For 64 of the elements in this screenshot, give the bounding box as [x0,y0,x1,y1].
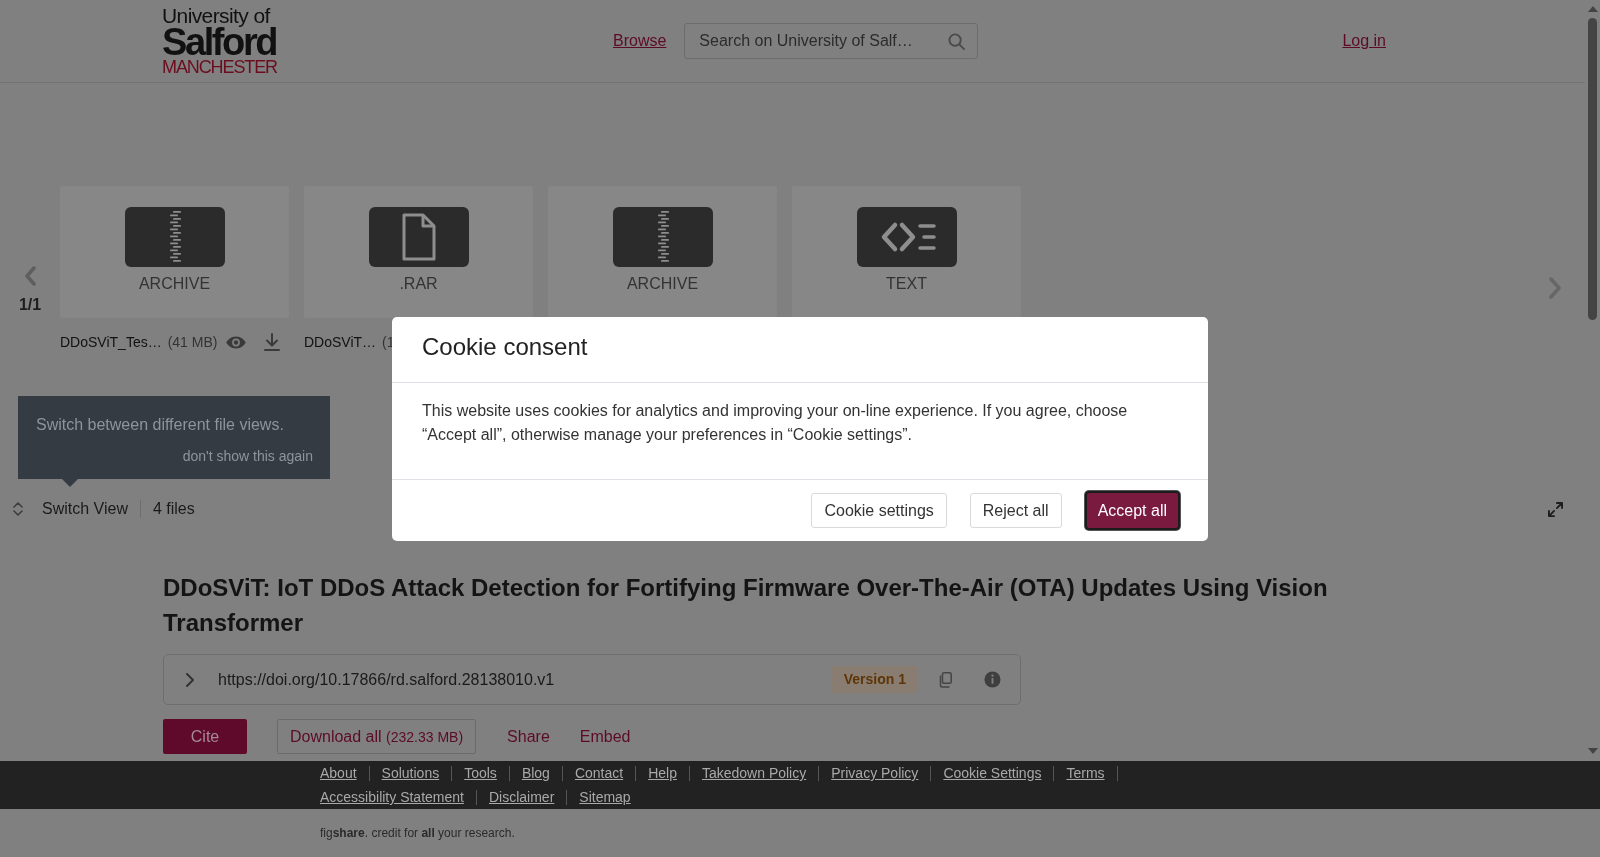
expand-icon[interactable] [1547,501,1563,517]
tagline: figshare. credit for all your research. [320,826,515,840]
page-indicator: 1/1 [18,295,42,315]
footer-link[interactable]: Blog [521,765,550,781]
file-card[interactable]: ARCHIVE [60,186,289,318]
dialog-button[interactable]: Cookie settings [811,493,947,528]
footer-link[interactable]: Disclaimer [488,789,555,805]
doi-url: https://doi.org/10.17866/rd.salford.28138010.v1 [218,670,555,689]
footer-link[interactable]: About [320,765,357,781]
footer-link[interactable]: Help [648,765,677,781]
accept-button[interactable]: Accept all [1084,491,1180,530]
file-card[interactable]: TEXT [792,186,1021,318]
file-count: 4 files [152,500,195,518]
footer-link[interactable]: Accessibility Statement [320,789,464,805]
file-size: (1 [382,334,395,350]
dialog-title: Cookie consent [422,333,588,360]
embed-link[interactable]: Embed [579,727,631,746]
document-icon [368,207,469,267]
dismiss-link[interactable]: don't show this again [182,446,313,466]
file-card[interactable]: .RAR [304,186,533,318]
scroll-up-icon[interactable] [1587,6,1598,12]
chevron-right-icon[interactable] [185,671,195,688]
file-name[interactable]: DDoSViT_Tes… [60,334,162,350]
footer-link[interactable]: Takedown Policy [701,765,807,781]
file-card[interactable]: ARCHIVE [548,186,777,318]
download-all-button[interactable]: Download all (232.33 MB) [277,719,477,754]
file-size: (41 MB) [167,334,218,350]
footer-link[interactable]: Sitemap [579,789,631,805]
cite-button[interactable]: Cite [163,719,247,754]
scrollbar-thumb[interactable] [1588,18,1597,320]
tooltip-text: Switch between different file views. [36,415,285,435]
eye-icon[interactable] [226,335,247,349]
file-type-label: ARCHIVE [138,274,211,294]
item-title: DDoSViT: IoT DDoS Attack Detection for Fortifying Firmware Over-The-Air (OTA) Updates Using Vision Transformer [163,573,1329,638]
footer-link[interactable]: Privacy Policy [831,765,919,781]
footer-link[interactable]: Contact [574,765,624,781]
copy-icon[interactable] [938,671,952,688]
dialog-button[interactable]: Reject all [969,493,1062,528]
browse-link[interactable]: Browse [613,32,667,50]
footer-link[interactable]: Tools [464,765,497,781]
login-link[interactable]: Log in [1342,32,1386,50]
file-type-label: ARCHIVE [626,274,699,294]
scroll-down-icon[interactable] [1587,748,1598,754]
download-icon[interactable] [264,333,281,351]
next-chevron-icon[interactable] [1549,277,1561,299]
share-link[interactable]: Share [507,727,550,746]
file-type-label: TEXT [886,274,927,294]
zipper-file-icon [124,207,225,267]
university-logo[interactable]: University of Salford MANCHESTER [162,5,278,77]
code-file-icon [856,207,957,267]
search-icon[interactable] [948,33,966,50]
file-name[interactable]: DDoSViT… [304,334,377,350]
info-icon[interactable] [984,671,1001,688]
dialog-text: This website uses cookies for analytics and improving your on-line experience. If you agree, choose “Accept all”, otherwise manage your preferences in “Cookie settings”. [422,401,1129,445]
zipper-file-icon [612,207,713,267]
search-field[interactable]: Search on University of Salf… [684,23,979,59]
footer-link[interactable]: Solutions [381,765,440,781]
switch-view-button[interactable]: Switch View [12,500,128,518]
previous-chevron-icon[interactable] [24,266,36,286]
up-down-chevron-icon [12,501,24,517]
file-type-label: .RAR [399,274,438,294]
footer-link[interactable]: Terms [1066,765,1105,781]
version-badge: Version 1 [831,666,918,693]
footer-link[interactable]: Cookie Settings [943,765,1042,781]
